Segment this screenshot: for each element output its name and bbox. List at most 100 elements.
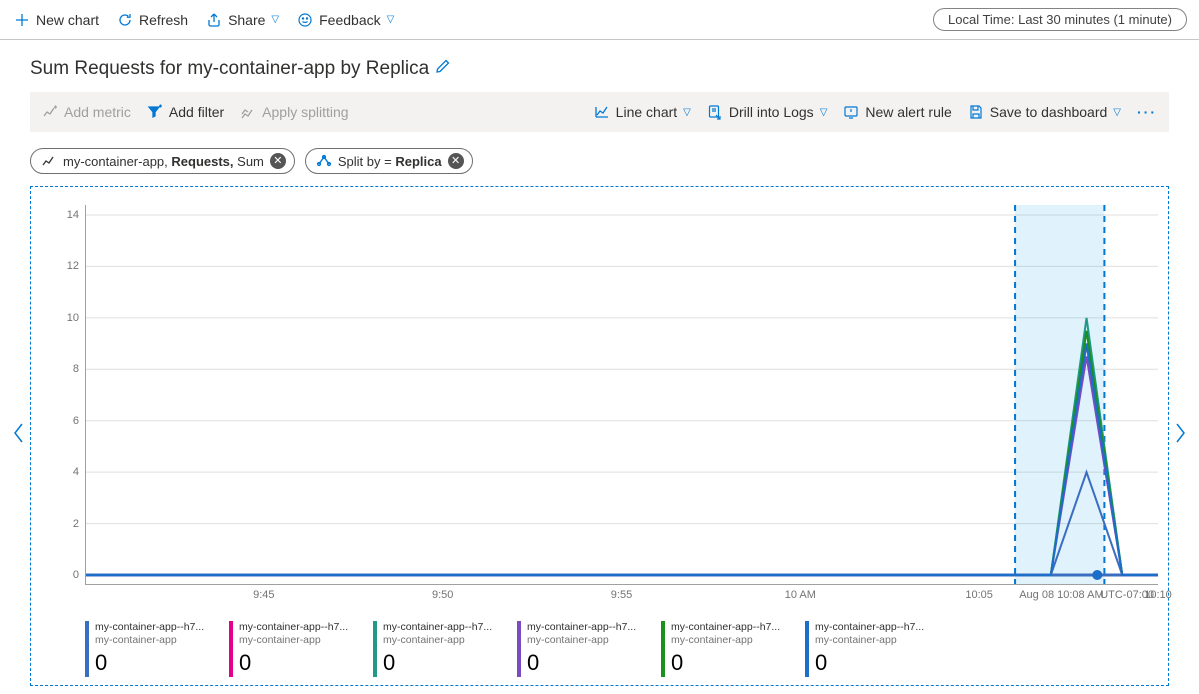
legend-resource-name: my-container-app (383, 634, 505, 647)
x-tick: 10:10 (1144, 589, 1172, 601)
feedback-button[interactable]: Feedback ▽ (295, 4, 396, 36)
split-icon (316, 153, 332, 169)
chart-panel: 02468101214 UTC-07:00 9:459:509:5510 AM1… (30, 186, 1169, 686)
legend-series-name: my-container-app--h7... (671, 621, 793, 634)
legend-resource-name: my-container-app (239, 634, 361, 647)
add-filter-label: Add filter (169, 104, 224, 120)
new-alert-label: New alert rule (865, 104, 951, 120)
metric-pill[interactable]: my-container-app, Requests, Sum ✕ (30, 148, 295, 174)
y-axis: 02468101214 (45, 205, 85, 585)
legend-value: 0 (527, 649, 649, 677)
legend-value: 0 (239, 649, 361, 677)
add-filter-button[interactable]: Add filter (147, 104, 224, 120)
x-axis: UTC-07:00 9:459:509:5510 AM10:0510:10Aug… (85, 585, 1158, 617)
add-metric-button[interactable]: Add metric (42, 104, 131, 120)
refresh-button[interactable]: Refresh (115, 4, 190, 36)
drill-logs-label: Drill into Logs (729, 104, 814, 120)
chart-type-button[interactable]: Line chart ▽ (594, 104, 691, 120)
x-tick: 9:55 (611, 589, 632, 601)
legend-resource-name: my-container-app (815, 634, 937, 647)
next-chart-button[interactable] (1167, 416, 1193, 456)
chevron-down-icon: ▽ (1113, 107, 1121, 118)
y-tick: 4 (73, 466, 79, 478)
share-label: Share (228, 12, 265, 28)
share-icon (206, 12, 222, 28)
legend-item[interactable]: my-container-app--h7... my-container-app… (85, 621, 225, 677)
legend-item[interactable]: my-container-app--h7... my-container-app… (517, 621, 657, 677)
split-pill[interactable]: Split by = Replica ✕ (305, 148, 473, 174)
alert-icon (843, 104, 859, 120)
time-range-button[interactable]: Local Time: Last 30 minutes (1 minute) (933, 8, 1187, 31)
remove-pill-icon[interactable]: ✕ (448, 153, 464, 169)
chart-title-row: Sum Requests for my-container-app by Rep… (0, 40, 1199, 92)
legend-value: 0 (95, 649, 217, 677)
chevron-down-icon: ▽ (683, 107, 691, 118)
apply-splitting-button[interactable]: Apply splitting (240, 104, 348, 120)
legend-resource-name: my-container-app (527, 634, 649, 647)
chevron-right-icon (1173, 422, 1187, 444)
x-tick: 10 AM (785, 589, 816, 601)
legend-series-name: my-container-app--h7... (383, 621, 505, 634)
filter-pill-row: my-container-app, Requests, Sum ✕ Split … (0, 132, 1199, 186)
add-metric-label: Add metric (64, 104, 131, 120)
legend-item[interactable]: my-container-app--h7... my-container-app… (661, 621, 801, 677)
chevron-down-icon: ▽ (271, 14, 279, 25)
save-dashboard-button[interactable]: Save to dashboard ▽ (968, 104, 1121, 120)
chevron-down-icon: ▽ (820, 107, 828, 118)
x-tick: 9:50 (432, 589, 453, 601)
prev-chart-button[interactable] (6, 416, 32, 456)
new-chart-label: New chart (36, 12, 99, 28)
metric-plus-icon (42, 104, 58, 120)
y-tick: 0 (73, 569, 79, 581)
save-dashboard-label: Save to dashboard (990, 104, 1108, 120)
legend-series-name: my-container-app--h7... (95, 621, 217, 634)
save-icon (968, 104, 984, 120)
x-tick: 10:05 (965, 589, 993, 601)
y-tick: 10 (67, 312, 79, 324)
apply-splitting-label: Apply splitting (262, 104, 348, 120)
filter-plus-icon (147, 104, 163, 120)
legend-value: 0 (383, 649, 505, 677)
refresh-icon (117, 12, 133, 28)
share-button[interactable]: Share ▽ (204, 4, 281, 36)
chart-legend: my-container-app--h7... my-container-app… (85, 621, 1158, 677)
plus-icon (14, 12, 30, 28)
refresh-label: Refresh (139, 12, 188, 28)
x-tick: 9:45 (253, 589, 274, 601)
y-tick: 8 (73, 363, 79, 375)
chart-toolbar: Add metric Add filter Apply splitting Li… (30, 92, 1169, 132)
chart-timestamp: Aug 08 10:08 AM (1019, 589, 1103, 601)
metric-icon (41, 153, 57, 169)
new-alert-button[interactable]: New alert rule (843, 104, 951, 120)
chart-title: Sum Requests for my-container-app by Rep… (30, 58, 429, 80)
legend-item[interactable]: my-container-app--h7... my-container-app… (229, 621, 369, 677)
pencil-icon (435, 58, 451, 74)
legend-series-name: my-container-app--h7... (815, 621, 937, 634)
logs-icon (707, 104, 723, 120)
y-tick: 6 (73, 415, 79, 427)
legend-resource-name: my-container-app (671, 634, 793, 647)
feedback-label: Feedback (319, 12, 380, 28)
smiley-icon (297, 12, 313, 28)
split-icon (240, 104, 256, 120)
chart-type-label: Line chart (616, 104, 677, 120)
line-chart-icon (594, 104, 610, 120)
legend-item[interactable]: my-container-app--h7... my-container-app… (805, 621, 945, 677)
legend-value: 0 (671, 649, 793, 677)
legend-resource-name: my-container-app (95, 634, 217, 647)
remove-pill-icon[interactable]: ✕ (270, 153, 286, 169)
y-tick: 14 (67, 209, 79, 221)
legend-value: 0 (815, 649, 937, 677)
chart-plot-area[interactable] (85, 205, 1158, 585)
drill-logs-button[interactable]: Drill into Logs ▽ (707, 104, 828, 120)
chart-container: 02468101214 UTC-07:00 9:459:509:5510 AM1… (12, 186, 1187, 686)
chevron-down-icon: ▽ (387, 14, 395, 25)
y-tick: 12 (67, 260, 79, 272)
more-actions-button[interactable]: ··· (1137, 104, 1157, 120)
chevron-left-icon (12, 422, 26, 444)
new-chart-button[interactable]: New chart (12, 4, 101, 36)
edit-title-button[interactable] (435, 58, 451, 80)
legend-series-name: my-container-app--h7... (239, 621, 361, 634)
page-command-bar: New chart Refresh Share ▽ Feedback ▽ Loc… (0, 0, 1199, 40)
legend-item[interactable]: my-container-app--h7... my-container-app… (373, 621, 513, 677)
